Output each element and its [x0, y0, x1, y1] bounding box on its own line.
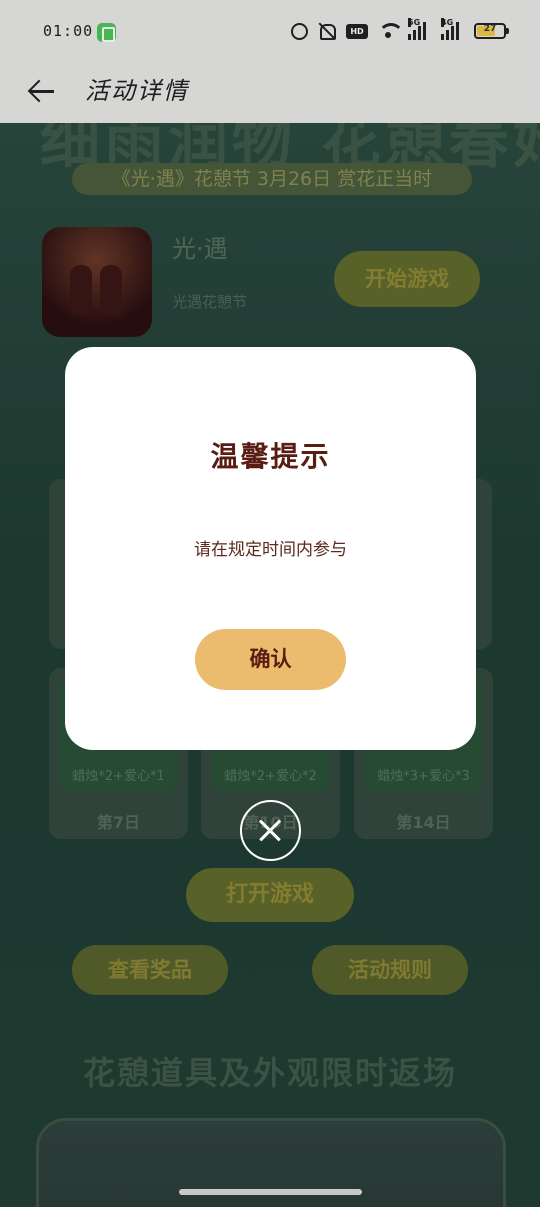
confirm-button[interactable]: 确认 [195, 629, 346, 690]
tip-dialog: 温馨提示 请在规定时间内参与 确认 [65, 347, 476, 750]
home-indicator[interactable] [179, 1189, 362, 1195]
dialog-message: 请在规定时间内参与 [194, 540, 347, 560]
dialog-title: 温馨提示 [210, 440, 331, 473]
close-icon[interactable] [240, 800, 301, 861]
